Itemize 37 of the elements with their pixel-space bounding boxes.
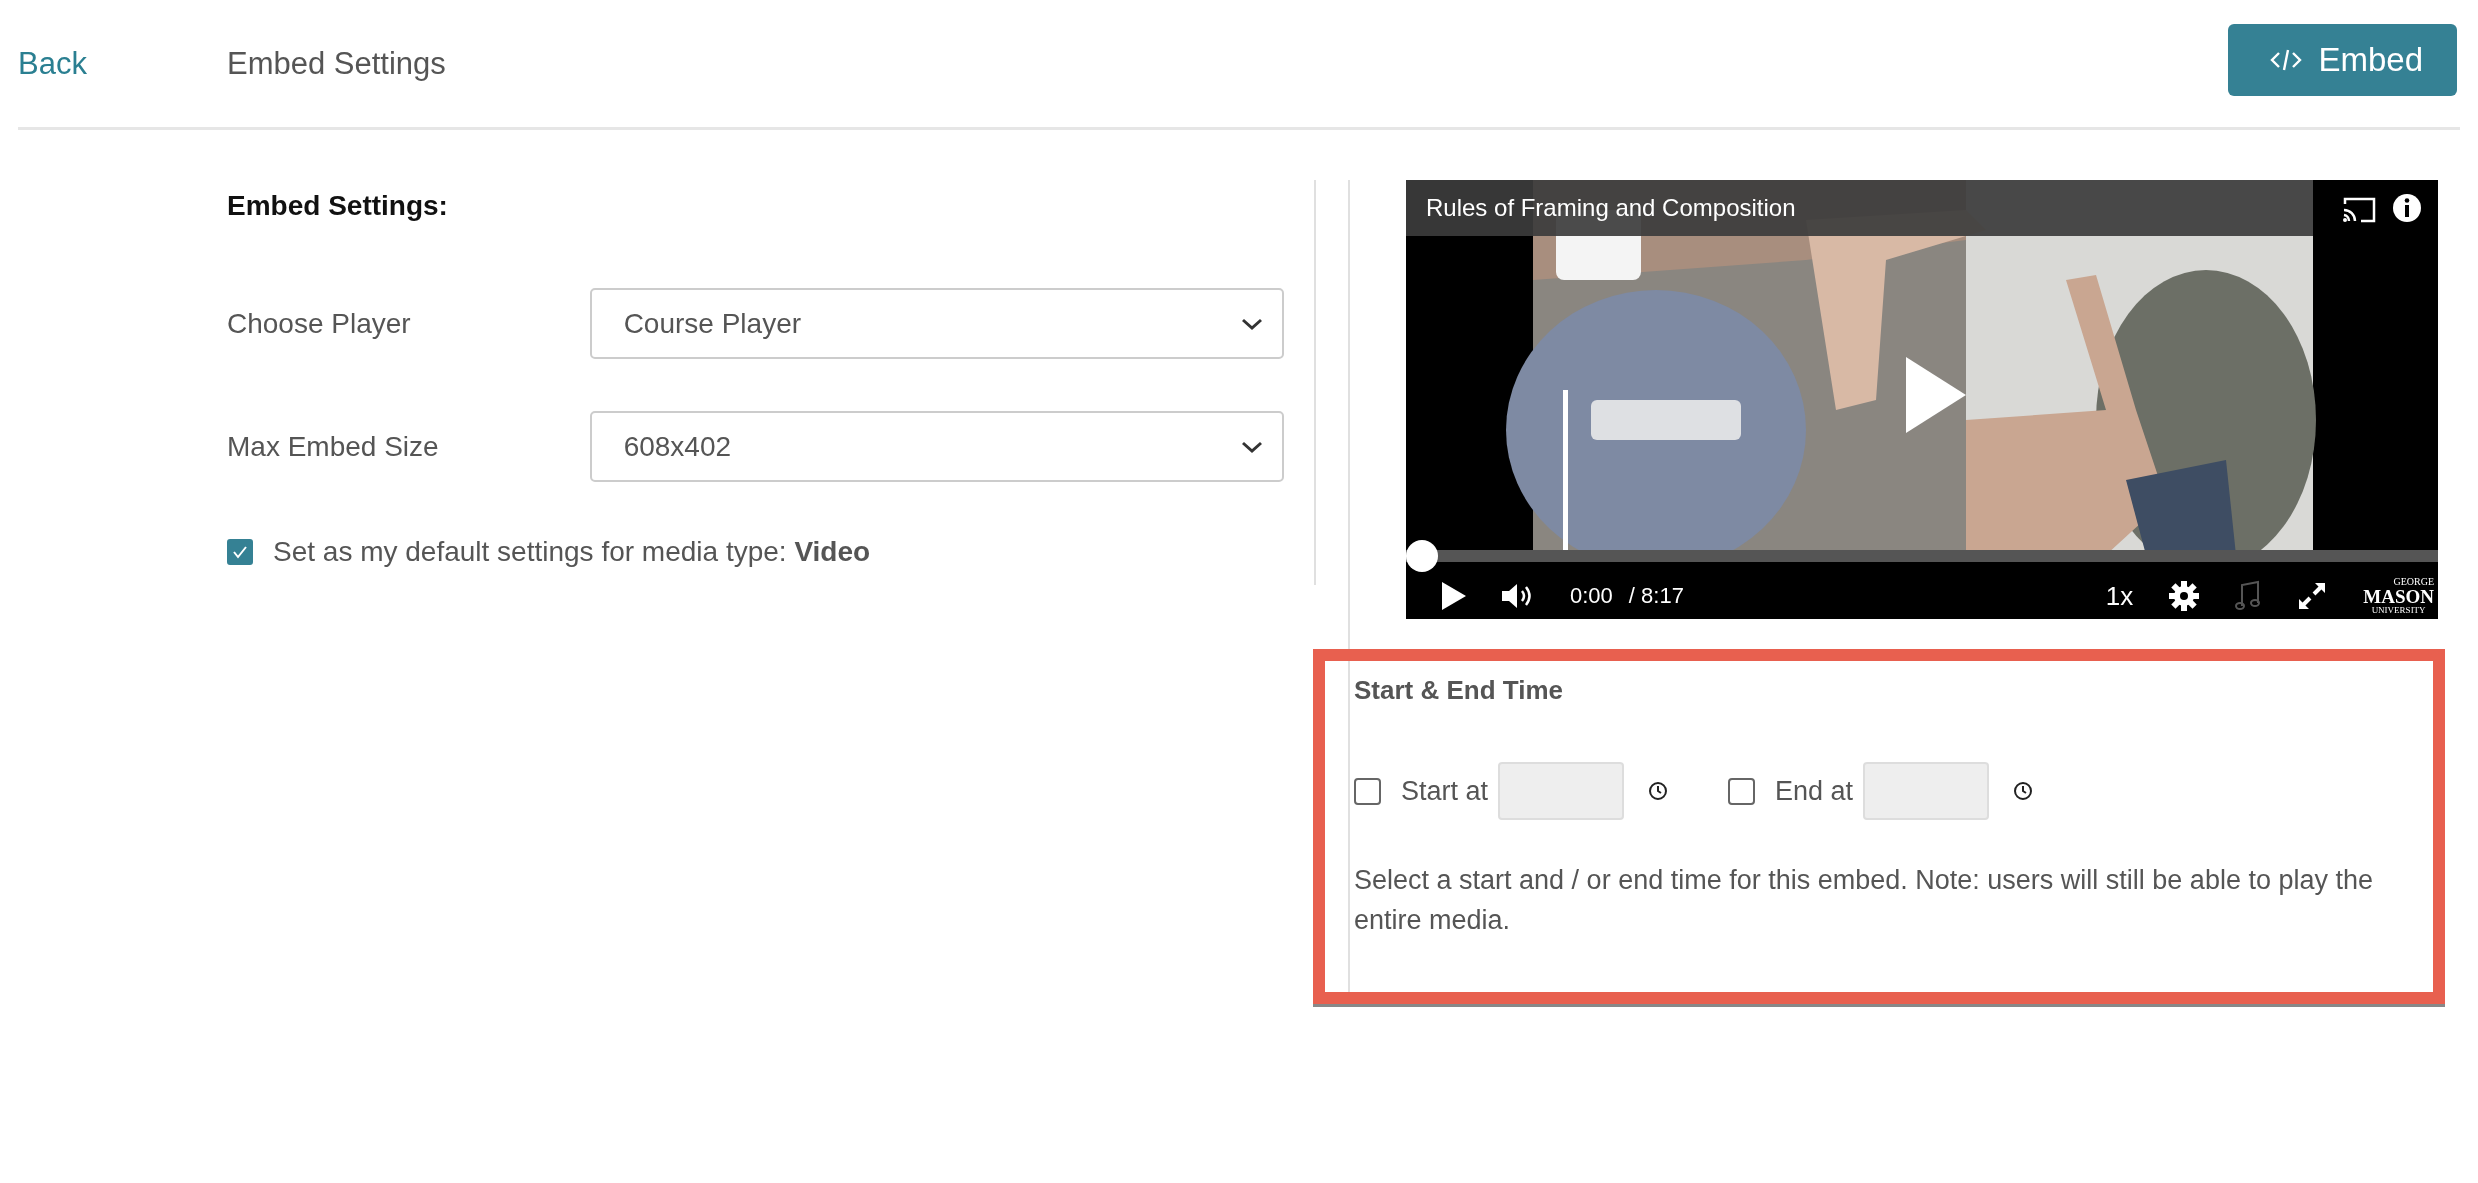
field-label: Max Embed Size: [227, 430, 440, 463]
current-time: 0:00: [1570, 583, 1613, 609]
music-note-icon[interactable]: [2235, 580, 2262, 612]
checkbox[interactable]: [1728, 777, 1756, 805]
checkbox-label: Start at: [1401, 775, 1489, 807]
duration: / 8:17: [1628, 583, 1684, 609]
checkbox[interactable]: [227, 539, 253, 565]
checkbox-label: Set as my default settings for media type: Video: [273, 536, 871, 568]
section-heading: Start & End Time: [1354, 675, 1564, 706]
back-link[interactable]: Back: [18, 45, 227, 82]
progress-thumb[interactable]: [1406, 540, 1438, 572]
university-logo: GEORGE MASON UNIVERSITY: [2363, 577, 2434, 615]
cast-icon[interactable]: [2341, 196, 2377, 224]
time-input[interactable]: [1498, 762, 1625, 820]
checkbox[interactable]: [1354, 777, 1381, 805]
page-title: Embed Settings: [227, 45, 447, 82]
dropdown[interactable]: 608x402: [589, 411, 1284, 482]
code-icon: [2270, 48, 2303, 72]
play-icon[interactable]: [1442, 582, 1466, 610]
settings-icon[interactable]: [2169, 581, 2200, 611]
checkbox-label: End at: [1775, 775, 1854, 807]
volume-icon[interactable]: [1502, 582, 1534, 610]
chevron-icon: [1240, 316, 1264, 331]
video-player[interactable]: Rules of Framing and Composition 0:00 / 8:17 1x GEORGE MASON UNIVERSITY: [1406, 180, 2438, 619]
fullscreen-icon[interactable]: [2297, 581, 2328, 611]
clock-icon[interactable]: [1648, 781, 1669, 801]
info-icon[interactable]: [2392, 193, 2422, 223]
section-heading: Embed Settings:: [227, 190, 449, 222]
clock-icon[interactable]: [2013, 781, 2034, 801]
time-input[interactable]: [1863, 762, 1990, 820]
speed-button[interactable]: 1x: [2105, 580, 2134, 612]
video-title: Rules of Framing and Composition: [1426, 194, 1796, 222]
help-text: Select a start and / or end time for this embed. Note: users will still be able to play the entire media.: [1354, 864, 2374, 937]
embed-button[interactable]: Embed: [2228, 24, 2457, 96]
dropdown[interactable]: Course Player: [589, 288, 1284, 359]
field-label: Choose Player: [227, 307, 412, 340]
chevron-icon: [1240, 439, 1264, 454]
